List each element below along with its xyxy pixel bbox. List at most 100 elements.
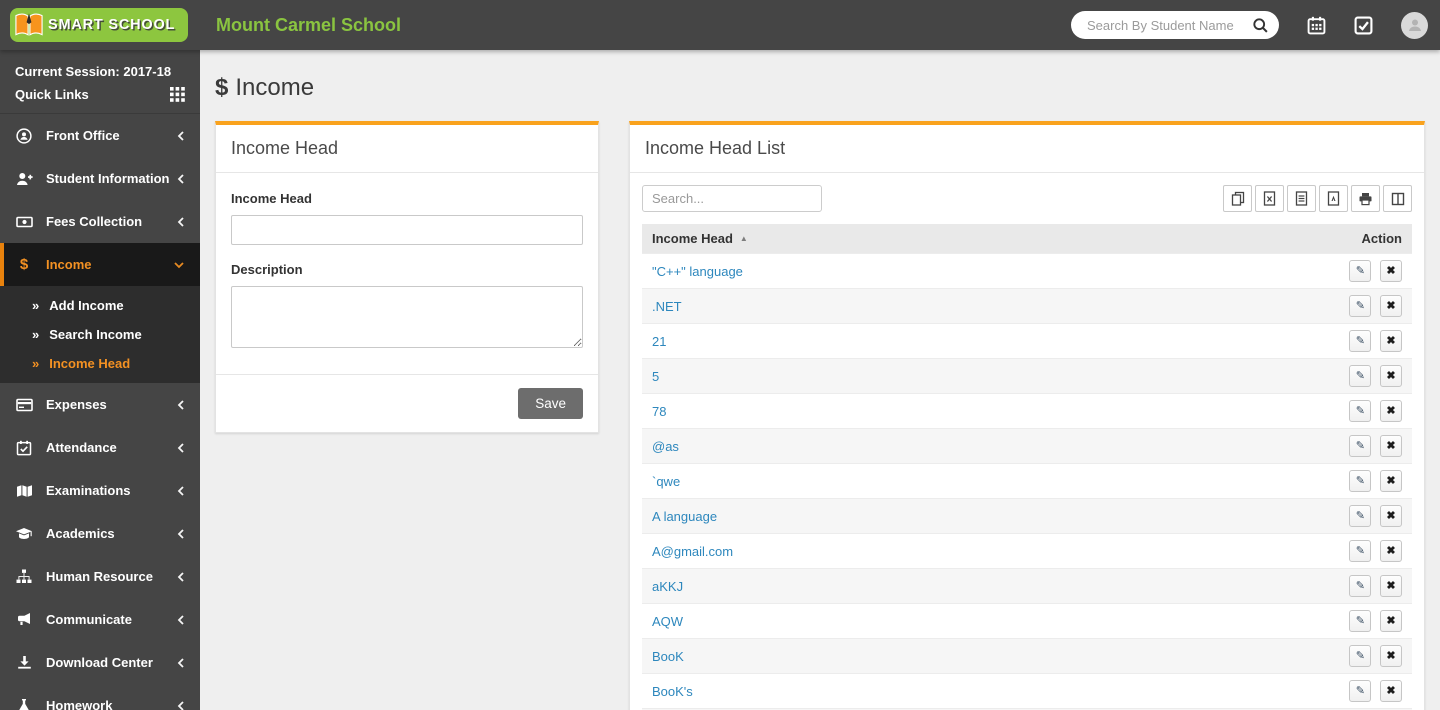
income-head-link[interactable]: 5: [652, 369, 659, 384]
edit-button[interactable]: ✎: [1349, 540, 1372, 562]
delete-button[interactable]: ✖: [1380, 365, 1402, 387]
quick-links-button[interactable]: [170, 87, 185, 102]
sidebar-item-fees-collection[interactable]: Fees Collection: [0, 200, 200, 243]
income-head-link[interactable]: A language: [652, 509, 717, 524]
edit-button[interactable]: ✎: [1349, 680, 1372, 702]
column-header-income-head[interactable]: Income Head ▲: [642, 224, 1104, 254]
table-row: BooK's ✎ ✖: [642, 673, 1412, 709]
sidebar-item-academics[interactable]: Academics: [0, 512, 200, 555]
submenu-item-add-income[interactable]: » Add Income: [0, 291, 200, 320]
edit-button[interactable]: ✎: [1349, 435, 1372, 457]
pencil-icon: ✎: [1355, 404, 1365, 417]
double-arrow-icon: »: [32, 356, 40, 371]
edit-button[interactable]: ✎: [1349, 470, 1372, 492]
table-search-input[interactable]: [642, 185, 822, 212]
delete-button[interactable]: ✖: [1380, 470, 1402, 492]
sidebar-item-front-office[interactable]: Front Office: [0, 114, 200, 157]
export-print-button[interactable]: [1351, 185, 1380, 212]
edit-button[interactable]: ✎: [1349, 330, 1372, 352]
calendar-button[interactable]: [1307, 16, 1326, 35]
delete-button[interactable]: ✖: [1380, 540, 1402, 562]
expenses-icon: [15, 398, 33, 412]
sidebar-item-homework[interactable]: Homework: [0, 684, 200, 710]
income-head-link[interactable]: `qwe: [652, 474, 680, 489]
edit-button[interactable]: ✎: [1349, 505, 1372, 527]
chevron-left-icon: [177, 216, 185, 228]
export-columns-button[interactable]: [1383, 185, 1412, 212]
user-avatar[interactable]: [1401, 11, 1428, 39]
income-head-link[interactable]: @as: [652, 439, 679, 454]
export-csv-button[interactable]: [1287, 185, 1316, 212]
sidebar-item-examinations[interactable]: Examinations: [0, 469, 200, 512]
student-search-input[interactable]: [1085, 16, 1246, 34]
save-button[interactable]: Save: [518, 388, 583, 419]
edit-button[interactable]: ✎: [1349, 400, 1372, 422]
search-button[interactable]: [1246, 17, 1269, 34]
delete-button[interactable]: ✖: [1380, 435, 1402, 457]
sidebar-item-communicate[interactable]: Communicate: [0, 598, 200, 641]
delete-button[interactable]: ✖: [1380, 400, 1402, 422]
chevron-left-icon: [177, 700, 185, 710]
income-head-list-card: Income Head List Search... Income Head ▲…: [629, 121, 1425, 710]
export-excel-button[interactable]: [1255, 185, 1284, 212]
x-icon: ✖: [1386, 544, 1396, 557]
form-card-title: Income Head: [216, 125, 598, 173]
x-icon: ✖: [1386, 334, 1396, 347]
print-icon: [1358, 192, 1373, 206]
sidebar-item-income[interactable]: $ Income: [0, 243, 200, 286]
delete-button[interactable]: ✖: [1380, 505, 1402, 527]
income-head-link[interactable]: "C++" language: [652, 264, 743, 279]
income-head-link[interactable]: .NET: [652, 299, 682, 314]
chevron-left-icon: [177, 399, 185, 411]
pencil-icon: ✎: [1355, 474, 1365, 487]
x-icon: ✖: [1386, 369, 1396, 382]
sidebar-item-student-information[interactable]: Student Information: [0, 157, 200, 200]
sidebar-item-expenses[interactable]: Expenses: [0, 383, 200, 426]
description-textarea[interactable]: [231, 286, 583, 348]
income-head-link[interactable]: BooK: [652, 649, 684, 664]
sidebar-item-attendance[interactable]: Attendance: [0, 426, 200, 469]
app-logo[interactable]: SMART SCHOOL: [10, 8, 189, 42]
edit-button[interactable]: ✎: [1349, 610, 1372, 632]
pencil-icon: ✎: [1355, 439, 1365, 452]
export-pdf-button[interactable]: [1319, 185, 1348, 212]
income-head-link[interactable]: BooK's: [652, 684, 693, 699]
delete-button[interactable]: ✖: [1380, 680, 1402, 702]
income-head-table-body: "C++" language ✎ ✖ .NET ✎ ✖ 21 ✎ ✖ 5 ✎ ✖…: [642, 253, 1412, 710]
chevron-left-icon: [177, 442, 185, 454]
submenu-item-search-income[interactable]: » Search Income: [0, 320, 200, 349]
delete-button[interactable]: ✖: [1380, 610, 1402, 632]
edit-button[interactable]: ✎: [1349, 295, 1372, 317]
income-head-input[interactable]: [231, 215, 583, 245]
income-head-link[interactable]: 21: [652, 334, 666, 349]
x-icon: ✖: [1386, 614, 1396, 627]
edit-button[interactable]: ✎: [1349, 645, 1372, 667]
delete-button[interactable]: ✖: [1380, 645, 1402, 667]
pencil-icon: ✎: [1355, 579, 1365, 592]
pencil-icon: ✎: [1355, 264, 1365, 277]
sidebar-item-label: Academics: [46, 526, 115, 541]
chevron-down-icon: [173, 261, 185, 269]
chevron-left-icon: [177, 173, 185, 185]
submenu-item-income-head[interactable]: » Income Head: [0, 349, 200, 378]
homework-icon: [15, 698, 33, 710]
delete-button[interactable]: ✖: [1380, 330, 1402, 352]
sidebar-item-human-resource[interactable]: Human Resource: [0, 555, 200, 598]
income-head-link[interactable]: AQW: [652, 614, 683, 629]
edit-button[interactable]: ✎: [1349, 260, 1372, 282]
delete-button[interactable]: ✖: [1380, 295, 1402, 317]
delete-button[interactable]: ✖: [1380, 260, 1402, 282]
income-head-link[interactable]: A@gmail.com: [652, 544, 733, 559]
edit-button[interactable]: ✎: [1349, 365, 1372, 387]
x-icon: ✖: [1386, 439, 1396, 452]
submenu-item-label: Add Income: [49, 298, 124, 313]
sidebar-item-download-center[interactable]: Download Center: [0, 641, 200, 684]
edit-button[interactable]: ✎: [1349, 575, 1372, 597]
export-copy-button[interactable]: [1223, 185, 1252, 212]
income-head-link[interactable]: aKKJ: [652, 579, 683, 594]
tasks-button[interactable]: [1354, 16, 1373, 35]
x-icon: ✖: [1386, 684, 1396, 697]
delete-button[interactable]: ✖: [1380, 575, 1402, 597]
income-head-link[interactable]: 78: [652, 404, 666, 419]
student-search-box: [1071, 11, 1279, 39]
